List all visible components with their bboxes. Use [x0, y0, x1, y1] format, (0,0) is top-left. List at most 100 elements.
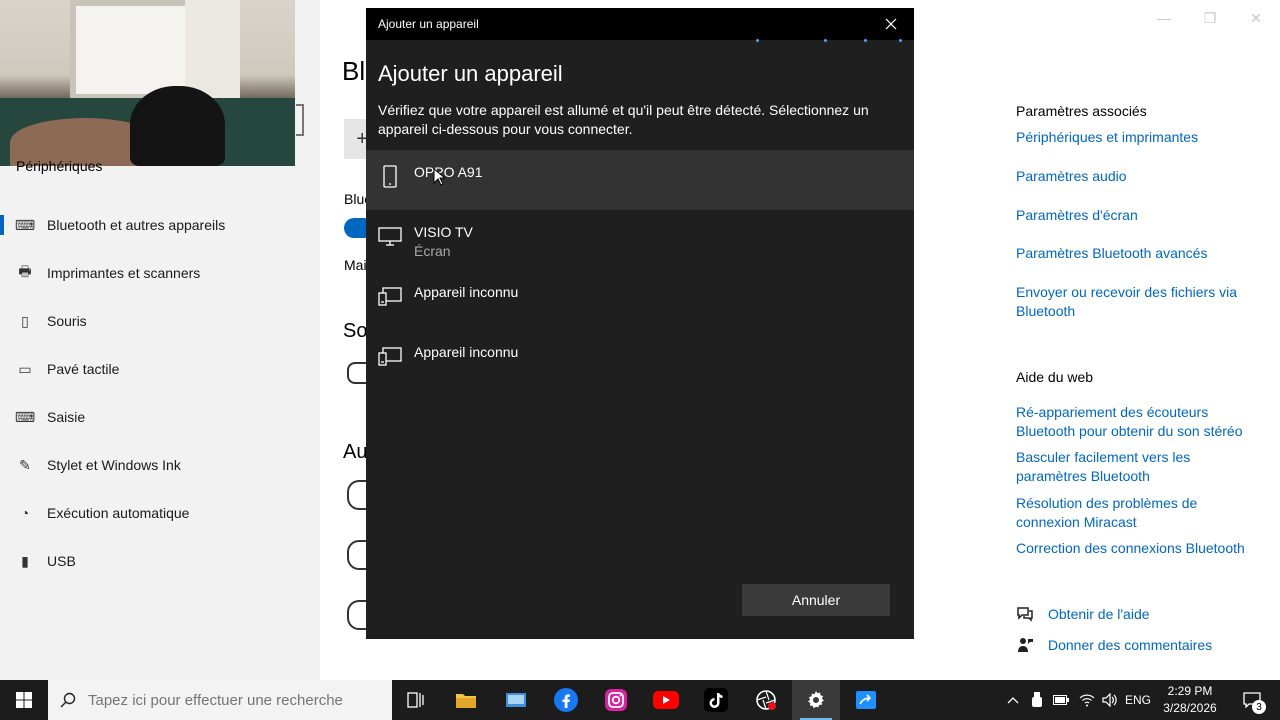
- dialog-titlebar: Ajouter un appareil: [366, 8, 914, 40]
- sidebar-item-usb[interactable]: ▮ USB: [0, 541, 320, 581]
- wifi-tray-button[interactable]: [1076, 680, 1098, 720]
- youtube-button[interactable]: [642, 680, 690, 720]
- link-miracast-troubleshoot[interactable]: Résolution des problèmes de connexion Mi…: [1016, 494, 1216, 532]
- progress-dot: [899, 39, 902, 42]
- sidebar-item-bluetooth-devices[interactable]: ⌨ Bluetooth et autres appareils: [0, 205, 320, 245]
- sidebar-item-autoplay[interactable]: ◔ Exécution automatique: [0, 493, 320, 533]
- control-panel-button[interactable]: [492, 680, 540, 720]
- device-item-unknown[interactable]: Appareil inconnu: [366, 270, 914, 330]
- webcam-frame-edge: [296, 104, 304, 136]
- sidebar-item-label: Exécution automatique: [47, 505, 190, 521]
- close-window-button[interactable]: ✕: [1246, 8, 1266, 28]
- link-audio-settings[interactable]: Paramètres audio: [1016, 167, 1256, 186]
- dialog-window-title: Ajouter un appareil: [378, 17, 479, 31]
- mouse-icon: ▯: [21, 312, 29, 329]
- clock[interactable]: 2:29 PM 3/28/2026: [1155, 683, 1225, 717]
- control-panel-icon: [506, 693, 526, 707]
- section-heading-1: So: [343, 320, 368, 342]
- volume-tray-button[interactable]: [1099, 680, 1121, 720]
- link-repair-headphones[interactable]: Ré-appariement des écouteurs Bluetooth p…: [1016, 403, 1256, 441]
- mouse-cursor-icon: [433, 168, 445, 186]
- sidebar-item-label: Saisie: [47, 409, 86, 425]
- usb-icon: ▮: [21, 552, 29, 569]
- file-explorer-button[interactable]: [442, 680, 490, 720]
- battery-icon: [1053, 695, 1069, 705]
- language-indicator[interactable]: ENG: [1122, 680, 1154, 720]
- sidebar-item-keyboard[interactable]: ⌨ Saisie: [0, 397, 320, 437]
- sidebar-item-pen[interactable]: ✎ Stylet et Windows Ink: [0, 445, 320, 485]
- progress-dot: [864, 39, 867, 42]
- task-view-icon: [407, 692, 424, 708]
- start-button[interactable]: [0, 680, 48, 720]
- battery-tray-button[interactable]: [1050, 680, 1072, 720]
- dialog-heading: Ajouter un appareil: [378, 61, 563, 86]
- feedback-label: Donner des commentaires: [1048, 637, 1213, 653]
- task-view-button[interactable]: [392, 680, 440, 720]
- sidebar-item-label: Imprimantes et scanners: [47, 265, 201, 281]
- facebook-button[interactable]: [542, 680, 590, 720]
- show-hidden-icons-button[interactable]: [1003, 680, 1023, 720]
- action-center-button[interactable]: 3: [1232, 680, 1272, 720]
- link-send-receive-files[interactable]: Envoyer ou recevoir des fichiers via Blu…: [1016, 283, 1246, 321]
- connect-app-button[interactable]: [842, 680, 890, 720]
- add-device-dialog: Ajouter un appareil Ajouter un appareil …: [366, 8, 914, 639]
- tiktok-button[interactable]: [692, 680, 740, 720]
- cancel-button[interactable]: Annuler: [742, 584, 890, 616]
- close-icon: [885, 18, 897, 30]
- page-title: Bl: [342, 56, 366, 86]
- tiktok-icon: [704, 688, 728, 712]
- related-settings-header: Paramètres associés: [1016, 103, 1147, 119]
- search-input[interactable]: [88, 691, 378, 709]
- usb-tray-button[interactable]: [1027, 680, 1047, 720]
- sidebar-item-mouse[interactable]: ▯ Souris: [0, 301, 320, 341]
- gamepad-icon: [347, 362, 367, 384]
- wifi-icon: [1079, 694, 1095, 707]
- bluetooth-devices-icon: ⌨: [14, 216, 36, 233]
- usb-drive-icon: [1032, 692, 1042, 707]
- link-display-settings[interactable]: Paramètres d'écran: [1016, 206, 1256, 225]
- webcam-overlay: [0, 0, 295, 166]
- youtube-icon: [653, 691, 679, 709]
- unknown-device-icon: [378, 287, 402, 306]
- link-devices-printers[interactable]: Périphériques et imprimantes: [1016, 128, 1256, 147]
- minimize-button[interactable]: —: [1154, 8, 1174, 28]
- facebook-icon: [554, 688, 578, 712]
- settings-app-button[interactable]: [792, 680, 840, 720]
- chevron-up-icon: [1007, 697, 1019, 704]
- get-help-link[interactable]: Obtenir de l'aide: [1016, 605, 1150, 623]
- get-help-label: Obtenir de l'aide: [1048, 606, 1150, 622]
- device-name: OPPO A91: [414, 164, 483, 180]
- screen-recorder-button[interactable]: [742, 680, 790, 720]
- sidebar-item-printer[interactable]: 🖶 Imprimantes et scanners: [0, 253, 320, 293]
- link-fix-bluetooth[interactable]: Correction des connexions Bluetooth: [1016, 539, 1256, 558]
- device-name: Appareil inconnu: [414, 344, 519, 360]
- feedback-link[interactable]: Donner des commentaires: [1016, 636, 1212, 654]
- maximize-button[interactable]: ❐: [1200, 8, 1220, 28]
- instagram-button[interactable]: [592, 680, 640, 720]
- device-item-visio-tv[interactable]: VISIO TV Écran: [366, 210, 914, 270]
- keyboard-icon: ⌨: [14, 408, 36, 425]
- link-advanced-bluetooth[interactable]: Paramètres Bluetooth avancés: [1016, 244, 1256, 263]
- connect-icon: [856, 691, 876, 709]
- link-switch-bluetooth[interactable]: Basculer facilement vers les paramètres …: [1016, 448, 1216, 486]
- dialog-close-button[interactable]: [868, 8, 914, 40]
- device-item-unknown[interactable]: Appareil inconnu: [366, 330, 914, 390]
- more-text: Mai: [344, 257, 367, 273]
- unknown-device-icon: [378, 347, 402, 366]
- screen-recorder-icon: [756, 690, 776, 710]
- monitor-icon: [378, 227, 402, 246]
- device-name: Appareil inconnu: [414, 284, 519, 300]
- progress-dot: [756, 39, 759, 42]
- device-item-oppo[interactable]: OPPO A91: [366, 150, 914, 210]
- sidebar-item-touchpad[interactable]: ▭ Pavé tactile: [0, 349, 320, 389]
- clock-date: 3/28/2026: [1163, 701, 1217, 715]
- sidebar-header: Périphériques: [16, 158, 103, 174]
- taskbar-search[interactable]: [48, 680, 392, 720]
- headset-icon: [347, 540, 367, 570]
- sidebar-item-label: Pavé tactile: [47, 361, 120, 377]
- touchpad-icon: ▭: [18, 360, 32, 377]
- device-type: Écran: [414, 243, 451, 259]
- feedback-person-icon: [1016, 636, 1034, 654]
- sidebar-item-label: Bluetooth et autres appareils: [47, 217, 226, 233]
- dialog-description: Vérifiez que votre appareil est allumé e…: [378, 102, 869, 137]
